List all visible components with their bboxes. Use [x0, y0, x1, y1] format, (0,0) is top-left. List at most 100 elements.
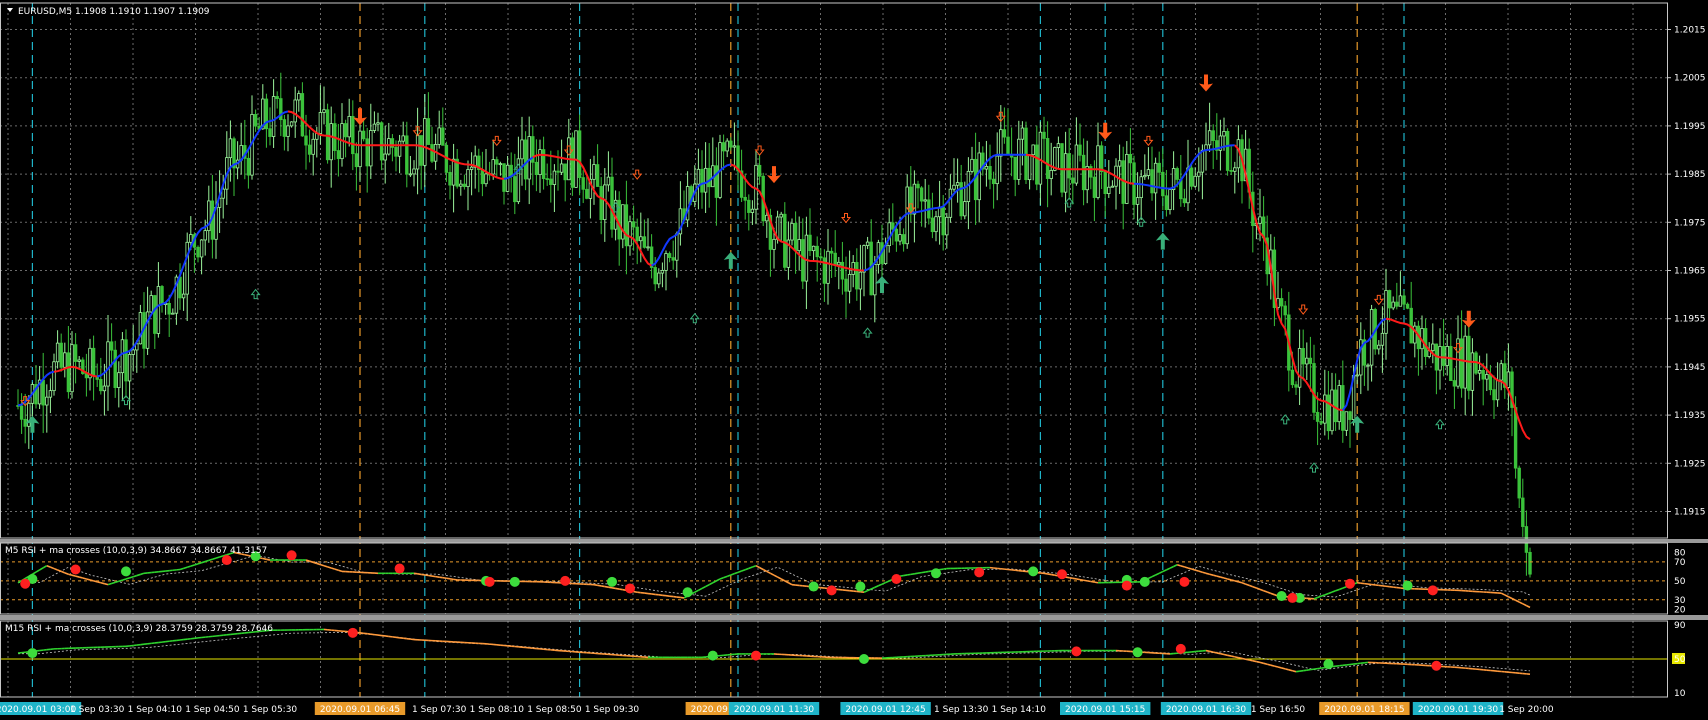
- candle-body: [1157, 162, 1161, 173]
- rsi-line-segment: [910, 573, 915, 576]
- candle-body: [1164, 195, 1169, 211]
- candle-body: [466, 169, 470, 188]
- candle-body: [77, 359, 81, 362]
- candle-body: [1128, 154, 1133, 164]
- candle-body: [1078, 144, 1082, 156]
- candle-body: [282, 119, 287, 137]
- candle-body: [343, 123, 348, 138]
- candle-body: [1290, 369, 1295, 386]
- rsi-line-segment: [122, 578, 127, 581]
- rsi-cross-down-dot: [286, 550, 297, 561]
- candle-body: [664, 253, 668, 271]
- rsi-line-segment: [204, 559, 210, 563]
- rsi-cross-up-dot: [121, 566, 131, 577]
- time-label: 1 Sep 08:10: [470, 705, 525, 715]
- candle-body: [653, 267, 657, 285]
- candle-body: [1348, 411, 1352, 420]
- candle-body: [1380, 332, 1385, 346]
- candle-body: [729, 140, 733, 148]
- rsi-line-segment: [633, 590, 638, 594]
- candle-body: [1143, 175, 1147, 178]
- rsi-line-segment: [100, 581, 105, 585]
- rsi-line-segment: [96, 581, 102, 584]
- candle-body: [498, 163, 503, 166]
- symbol-header-text: EURUSD,M5 1.1908 1.1910 1.1907 1.1909: [18, 7, 210, 17]
- rsi-cross-up-dot: [1139, 576, 1150, 587]
- rsi-line-segment: [914, 572, 919, 575]
- candle-body: [606, 176, 611, 186]
- rsi-line-segment: [190, 564, 195, 567]
- candle-body: [1182, 198, 1187, 204]
- time-label: 2020.09.01 15:15: [1065, 705, 1145, 715]
- candle-body: [1056, 143, 1061, 148]
- candle-body: [815, 245, 819, 258]
- candle-body: [383, 153, 387, 161]
- rsi-cross-down-dot: [560, 575, 571, 586]
- candle-body: [901, 234, 906, 245]
- candle-body: [1485, 374, 1489, 380]
- candle-body: [1506, 371, 1511, 388]
- candle-body: [469, 166, 474, 170]
- candle-body: [181, 293, 186, 299]
- candle-body: [495, 159, 499, 165]
- rsi-line-segment: [1094, 581, 1099, 584]
- candle-body: [844, 278, 848, 292]
- panel-separator: [0, 615, 1708, 620]
- candle-body: [1319, 421, 1323, 424]
- candle-body: [300, 93, 305, 137]
- candle-body: [829, 250, 834, 254]
- candle-body: [99, 378, 103, 392]
- candle-body: [1193, 175, 1197, 187]
- candle-body: [387, 138, 391, 155]
- rsi-cross-up-dot: [509, 576, 520, 587]
- rsi-line-segment: [1285, 668, 1289, 671]
- candle-body: [1330, 389, 1334, 432]
- candle-body: [1391, 301, 1395, 309]
- candle-body: [1063, 153, 1068, 193]
- rsi-line-segment: [1083, 579, 1088, 582]
- rsi-line-segment: [215, 556, 220, 559]
- rsi-line-segment: [334, 568, 339, 572]
- candle-body: [599, 186, 603, 221]
- rsi-line-segment: [1241, 657, 1246, 661]
- candle: [1528, 547, 1532, 578]
- rsi-line-segment: [1209, 573, 1214, 576]
- candle-body: [631, 221, 636, 228]
- rsi-line-segment: [442, 576, 447, 580]
- price-label: 1.1955: [1674, 315, 1706, 325]
- candle-body: [581, 177, 585, 190]
- candle-body: [318, 112, 323, 134]
- candle-body: [408, 173, 413, 176]
- candle-body: [1301, 348, 1305, 365]
- candle-body: [1067, 153, 1071, 179]
- candle-body: [405, 135, 409, 175]
- candle-body: [59, 342, 63, 368]
- candle-body: [171, 312, 175, 315]
- candle-body: [153, 295, 157, 334]
- candle-body: [1121, 160, 1125, 204]
- candle-body: [725, 140, 729, 152]
- trading-chart[interactable]: 1.2015 1.2005 1.1995 1.1985 1.1975 1.1965 1.19…: [0, 0, 1708, 720]
- rsi-line-segment: [1187, 567, 1192, 570]
- candle-body: [876, 242, 881, 265]
- candle-body: [527, 136, 531, 180]
- candle: [718, 134, 722, 200]
- candle-body: [1099, 145, 1104, 173]
- rsi-cross-down-dot: [891, 573, 902, 584]
- candle-body: [995, 155, 999, 185]
- candle-body: [1326, 394, 1331, 432]
- rsi-line-segment: [1245, 658, 1250, 661]
- candle-body: [1337, 385, 1341, 423]
- candle-body: [462, 183, 467, 188]
- candle-body: [894, 228, 899, 242]
- candle-body: [703, 167, 708, 193]
- candle-body: [484, 173, 488, 185]
- candle-body: [379, 122, 384, 161]
- candle-body: [1488, 374, 1493, 391]
- candle-body: [304, 135, 308, 146]
- rsi-line-segment: [320, 563, 325, 567]
- rsi-cross-down-dot: [1431, 660, 1442, 671]
- rsi-line-segment: [899, 574, 904, 577]
- rsi-line-segment: [907, 573, 911, 576]
- candle-body: [1042, 131, 1046, 139]
